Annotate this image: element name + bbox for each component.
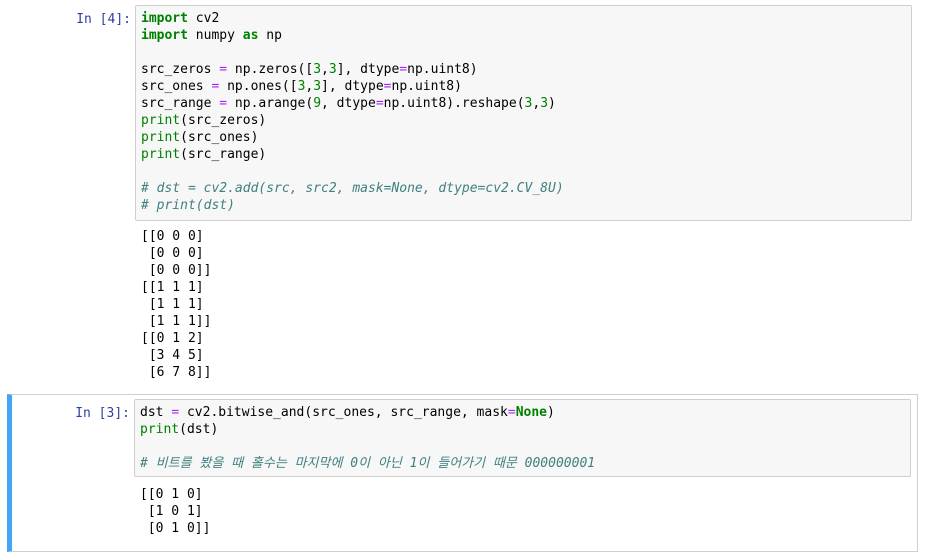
- input-prompt: In [4]:: [76, 12, 131, 27]
- notebook-cell-1[interactable]: In [4]: import cv2 import numpy as np sr…: [7, 2, 918, 384]
- code-line: src_ones = np.ones([3,3], dtype=np.uint8…: [141, 78, 906, 95]
- code-line: import cv2: [141, 10, 906, 27]
- code-line: import numpy as np: [141, 27, 906, 44]
- code-token: print: [141, 147, 181, 162]
- code-token: =: [219, 96, 228, 111]
- code-token: ,: [321, 62, 329, 77]
- code-token: =: [375, 96, 384, 111]
- code-editor[interactable]: import cv2 import numpy as np src_zeros …: [135, 5, 912, 221]
- code-token: (src_ones): [180, 130, 259, 145]
- code-line: src_zeros = np.zeros([3,3], dtype=np.uin…: [141, 61, 906, 78]
- code-token: import: [141, 28, 188, 43]
- code-token: 3: [313, 62, 322, 77]
- code-token: ], dtype: [321, 79, 384, 94]
- code-token: =: [507, 405, 516, 420]
- code-line: print(src_range): [141, 146, 906, 163]
- code-line: print(src_ones): [141, 129, 906, 146]
- code-token: import: [141, 11, 188, 26]
- code-token: np.zeros([: [227, 62, 314, 77]
- code-token: (src_zeros): [180, 113, 267, 128]
- code-editor[interactable]: dst = cv2.bitwise_and(src_ones, src_rang…: [134, 399, 911, 477]
- code-token: ): [547, 405, 555, 420]
- output-line: [[0 1 2]: [141, 331, 204, 346]
- input-prompt: In [3]:: [75, 406, 130, 421]
- output-line: [[0 0 0]: [141, 229, 204, 244]
- code-token: =: [383, 79, 392, 94]
- output-line: [0 0 0]: [141, 246, 204, 261]
- code-line: print(src_zeros): [141, 112, 906, 129]
- code-token: np.uint8).reshape(: [383, 96, 525, 111]
- output-line: [1 0 1]: [140, 504, 203, 519]
- code-token: np.ones([: [219, 79, 298, 94]
- code-token: src_range: [141, 96, 220, 111]
- code-line: print(dst): [140, 421, 905, 438]
- code-token: ], dtype: [336, 62, 400, 77]
- code-token: 9: [313, 96, 322, 111]
- code-token: 3: [540, 96, 549, 111]
- code-token: numpy: [187, 28, 243, 43]
- output-line: [0 0 0]]: [141, 263, 212, 278]
- output-line: [3 4 5]: [141, 348, 204, 363]
- output-line: [[0 1 0]: [140, 487, 203, 502]
- code-token: (src_range): [180, 147, 267, 162]
- code-token: dst: [140, 405, 172, 420]
- code-token: =: [399, 62, 408, 77]
- code-comment: # 비트를 봤을 때 홀수는 마지막에 0이 아닌 1이 들어가기 때문 000…: [140, 456, 596, 471]
- code-token: 3: [313, 79, 322, 94]
- output-line: [0 1 0]]: [140, 521, 211, 536]
- code-token: as: [242, 28, 259, 43]
- code-token: cv2: [187, 11, 220, 26]
- code-token: np: [258, 28, 282, 43]
- code-comment: # dst = cv2.add(src, src2, mask=None, dt…: [141, 181, 564, 196]
- code-token: (dst): [179, 422, 219, 437]
- code-token: print: [140, 422, 180, 437]
- code-line: src_range = np.arange(9, dtype=np.uint8)…: [141, 95, 906, 112]
- code-token: print: [141, 130, 181, 145]
- output-line: [1 1 1]: [141, 297, 204, 312]
- code-token: src_zeros: [141, 62, 220, 77]
- code-token: cv2.bitwise_and(src_ones, src_range, mas…: [179, 405, 508, 420]
- code-token: np.arange(: [227, 96, 314, 111]
- code-token: =: [219, 62, 228, 77]
- notebook-cell-2[interactable]: In [3]: dst = cv2.bitwise_and(src_ones, …: [7, 394, 918, 552]
- cell-output: [[0 0 0] [0 0 0] [0 0 0]] [[1 1 1] [1 1 …: [141, 228, 911, 381]
- code-token: None: [515, 405, 548, 420]
- output-line: [1 1 1]]: [141, 314, 212, 329]
- code-token: , dtype: [321, 96, 376, 111]
- code-token: 3: [328, 62, 337, 77]
- code-token: =: [171, 405, 180, 420]
- code-line: dst = cv2.bitwise_and(src_ones, src_rang…: [140, 404, 905, 421]
- output-line: [[1 1 1]: [141, 280, 204, 295]
- code-token: np.uint8): [391, 79, 462, 94]
- code-token: print: [141, 113, 181, 128]
- code-token: src_ones: [141, 79, 212, 94]
- output-line: [6 7 8]]: [141, 365, 212, 380]
- cell-output: [[0 1 0] [1 0 1] [0 1 0]]: [140, 486, 910, 537]
- code-comment: # print(dst): [141, 198, 235, 213]
- code-token: ): [548, 96, 556, 111]
- code-token: np.uint8): [407, 62, 478, 77]
